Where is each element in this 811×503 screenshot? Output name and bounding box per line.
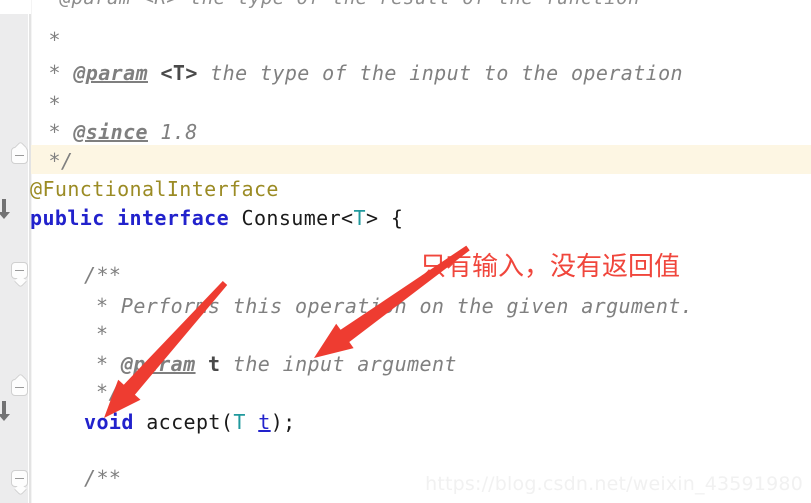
code-line[interactable]: * xyxy=(96,320,108,349)
code-token: the input argument xyxy=(220,352,457,376)
fold-toggle-icon[interactable] xyxy=(11,262,28,279)
code-token: @since xyxy=(73,120,148,144)
code-token: T xyxy=(233,410,246,434)
code-line[interactable]: */ xyxy=(36,147,73,176)
code-line[interactable]: void accept(T t); xyxy=(84,408,296,437)
code-token: ( xyxy=(220,410,234,434)
code-token: * xyxy=(36,28,61,52)
code-line[interactable]: * Performs this operation on the given a… xyxy=(96,292,693,321)
code-text-layer[interactable]: * * @param <T> the type of the input to … xyxy=(0,0,811,503)
code-token: < xyxy=(341,206,354,230)
code-line[interactable]: * @param <T> the type of the input to th… xyxy=(36,59,683,88)
code-token: accept xyxy=(146,410,221,434)
code-token: /** xyxy=(84,263,122,287)
code-line[interactable]: * xyxy=(36,26,61,55)
implemented-method-arrow-icon[interactable] xyxy=(0,198,11,220)
code-token: */ xyxy=(96,380,121,404)
code-token: t xyxy=(208,352,221,376)
code-line[interactable]: public interface Consumer<T> { xyxy=(30,204,403,233)
code-token: 1.8 xyxy=(147,120,198,144)
code-token: public interface xyxy=(30,206,230,230)
implemented-method-arrow-icon[interactable] xyxy=(0,400,11,422)
code-token: > { xyxy=(365,206,404,230)
code-editor-screenshot: * @param <R> the type of the result of t… xyxy=(0,0,811,503)
code-line[interactable]: * xyxy=(36,90,61,119)
code-line[interactable]: /** xyxy=(84,261,121,290)
code-token: the type of the input to the operation xyxy=(197,61,683,85)
code-line[interactable]: @FunctionalInterface xyxy=(30,175,279,204)
code-line[interactable]: * @param t the input argument xyxy=(96,350,457,379)
code-token: @param xyxy=(120,352,196,376)
fold-toggle-icon[interactable] xyxy=(11,147,28,164)
fold-toggle-icon[interactable] xyxy=(11,379,28,396)
code-token: <T> xyxy=(160,61,198,85)
fold-toggle-icon[interactable] xyxy=(11,470,28,487)
code-token: ); xyxy=(270,410,296,434)
code-token: * Performs this operation on the given a… xyxy=(96,294,694,318)
code-token: @FunctionalInterface xyxy=(30,177,279,201)
code-token: T xyxy=(353,206,366,230)
code-token: * xyxy=(36,61,74,85)
code-token: * xyxy=(36,120,74,144)
code-token: void xyxy=(84,410,134,434)
code-token: * xyxy=(96,322,109,346)
code-token: t xyxy=(258,410,271,434)
code-line[interactable]: /** xyxy=(84,464,121,493)
code-token: * xyxy=(96,352,121,376)
code-line[interactable]: * @since 1.8 xyxy=(36,118,198,147)
code-line[interactable]: */ xyxy=(96,378,121,407)
code-token: Consumer xyxy=(241,206,342,230)
code-token: * xyxy=(36,92,61,116)
csdn-watermark: https://blog.csdn.net/weixin_43591980 xyxy=(425,473,803,495)
code-token: /** xyxy=(84,466,122,490)
code-token: */ xyxy=(36,149,74,173)
code-token: @param xyxy=(73,61,148,85)
